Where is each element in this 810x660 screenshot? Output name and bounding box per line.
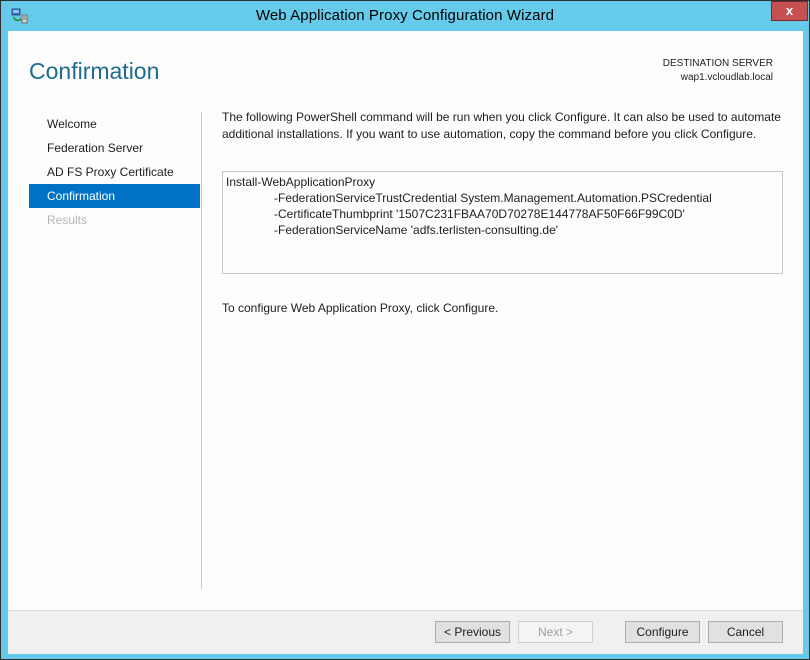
command-line: -FederationServiceName 'adfs.terlisten-c… [274, 223, 559, 237]
wizard-steps-nav: Welcome Federation Server AD FS Proxy Ce… [29, 112, 200, 232]
nav-item-federation-server[interactable]: Federation Server [29, 136, 200, 160]
nav-item-ad-fs-proxy-certificate[interactable]: AD FS Proxy Certificate [29, 160, 200, 184]
nav-item-results: Results [47, 213, 88, 227]
wizard-window: Web Application Proxy Configuration Wiza… [0, 0, 810, 660]
nav-item-welcome[interactable]: Welcome [29, 112, 200, 136]
configure-button[interactable]: Configure [625, 621, 700, 643]
page-title: Confirmation [29, 58, 160, 84]
command-line: -CertificateThumbprint '1507C231FBAA70D7… [274, 207, 685, 221]
main-content: The following PowerShell command will be… [222, 109, 792, 315]
powershell-command-box[interactable]: Install-WebApplicationProxy -FederationS… [222, 171, 783, 274]
configure-hint-text: To configure Web Application Proxy, clic… [222, 301, 499, 315]
command-line: -FederationServiceTrustCredential System… [274, 191, 712, 205]
title-bar[interactable]: Web Application Proxy Configuration Wiza… [1, 1, 809, 31]
next-button: Next > [518, 621, 593, 643]
window-title: Web Application Proxy Configuration Wiza… [255, 7, 555, 24]
nav-item-confirmation[interactable]: Confirmation [29, 184, 200, 208]
destination-server: DESTINATION SERVER wap1.vcloudlab.local [663, 57, 773, 85]
button-bar: < Previous Next > Configure Cancel [8, 610, 803, 654]
description-text: The following PowerShell command will be… [222, 110, 781, 141]
nav-divider [201, 112, 202, 589]
destination-server-value: wap1.vcloudlab.local [680, 72, 773, 83]
cancel-button[interactable]: Cancel [708, 621, 783, 643]
command-line: Install-WebApplicationProxy [226, 175, 376, 189]
close-button[interactable]: x [771, 1, 808, 21]
wizard-client-area: Confirmation DESTINATION SERVER wap1.vcl… [8, 31, 803, 654]
previous-button[interactable]: < Previous [435, 621, 510, 643]
destination-server-label: DESTINATION SERVER [662, 58, 773, 69]
